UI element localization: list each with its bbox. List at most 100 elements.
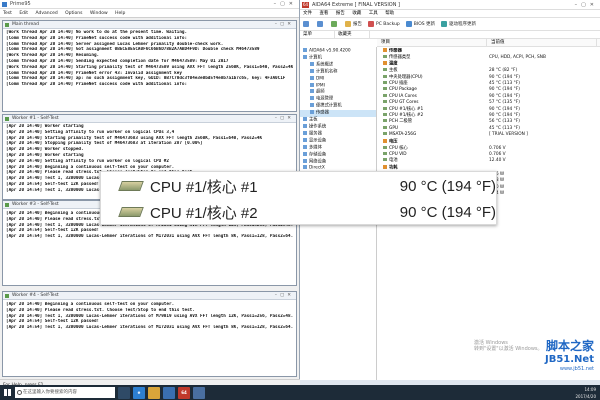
menu-help[interactable]: Help (115, 11, 125, 16)
tree-item-icon (310, 82, 314, 87)
forward-button[interactable] (317, 21, 325, 27)
tree-item-icon (310, 75, 314, 80)
activate-line-2: 转到"设置"以激活 Windows。 (474, 346, 543, 352)
menu-edit[interactable]: Edit (19, 11, 28, 16)
tree-item[interactable]: 显示设备 (300, 137, 376, 145)
window-controls[interactable]: –▢✕ (274, 0, 297, 9)
worker-title: Main thread (12, 22, 39, 27)
zoom-callout: CPU #1/核心 #1 90 °C (194 °F) CPU #1/核心 #2… (100, 171, 497, 225)
tree-item[interactable]: 计算机名称 (300, 68, 376, 76)
sensor-name-text: CPU IA Cores (389, 93, 417, 99)
system-tray-clock[interactable]: 14:09 2017/4/20 (575, 385, 596, 400)
aida64-taskbar-icon[interactable]: 64 (178, 386, 190, 399)
tree-item-label: 服务器 (309, 131, 322, 137)
aida64-menubar: 文件 查看 报告 收藏 工具 帮助 (300, 10, 600, 18)
sensor-name-text: 中央处理器(CPU) (389, 74, 423, 80)
taskbar-search-input[interactable]: 在这里输入你要搜索的内容 (15, 387, 115, 398)
sensor-name-text: GPU (389, 125, 399, 131)
tree-item-label: 电源管理 (316, 96, 334, 102)
bios-update-label: BIOS 更新 (413, 22, 436, 27)
aida64-toolbar: 报告 PC Backup BIOS 更新 驱动程序更新 (300, 18, 600, 31)
tree-item[interactable]: 操作系统 (300, 123, 376, 131)
tree-item[interactable]: DMI (300, 75, 376, 83)
driver-update-button[interactable]: 驱动程序更新 (441, 21, 476, 27)
worker-window-controls[interactable]: –▢✕ (275, 115, 294, 123)
desktop: Prime95 –▢✕ Test Edit Advanced Options W… (0, 0, 600, 400)
refresh-button[interactable] (331, 21, 339, 27)
tree-item[interactable]: 系统概述 (300, 61, 376, 69)
callout-row: CPU #1/核心 #1 90 °C (194 °F) (101, 173, 498, 199)
tree-item-label: 计算机名称 (316, 69, 338, 75)
sensor-icon (383, 145, 387, 149)
tree-item-label: 存储设备 (309, 152, 327, 158)
bios-update-button[interactable]: BIOS 更新 (405, 21, 436, 27)
sensor-name-text: PCH 二极管 (389, 119, 413, 125)
column-value[interactable]: 当前值 (487, 39, 597, 46)
worker-icon (5, 203, 9, 207)
worker-window-main[interactable]: Main thread –▢✕ [Work thread Apr 20 14:4… (2, 20, 297, 112)
worker-window-controls[interactable]: –▢✕ (275, 21, 294, 29)
tree-item[interactable]: 主板 (300, 117, 376, 124)
worker-window-4[interactable]: Worker #4 - Self-Test –▢✕ [Apr 20 14:40]… (2, 291, 297, 377)
tray-date: 2017/4/20 (575, 394, 596, 399)
worker-log: [Work thread Apr 20 14:40] No work to do… (3, 29, 296, 89)
tree-item[interactable]: 传感器 (300, 110, 376, 118)
start-button[interactable] (0, 385, 14, 400)
aida64-tabs: 菜单 收藏夹 (300, 31, 600, 39)
tree-item[interactable]: 超频 (300, 89, 376, 96)
sensor-icon (383, 152, 387, 155)
menu-favorites[interactable]: 收藏 (352, 11, 361, 16)
menu-options[interactable]: Options (65, 11, 82, 16)
tree-item[interactable]: 网络设备 (300, 158, 376, 166)
report-button[interactable]: 报告 (345, 21, 362, 27)
worker-titlebar[interactable]: Main thread –▢✕ (3, 21, 296, 29)
prime95-menubar: Test Edit Advanced Options Window Help (0, 9, 299, 18)
sensor-name-text: CPU VID (389, 152, 407, 157)
worker-title: Worker #3 - Self-Test (12, 202, 59, 207)
prime95-titlebar[interactable]: Prime95 –▢✕ (0, 0, 299, 9)
section-header[interactable]: 电压 (379, 139, 600, 146)
tree-item-icon (310, 89, 314, 94)
menu-help[interactable]: 帮助 (385, 11, 394, 16)
tree-item[interactable]: 存储设备 (300, 151, 376, 159)
tree-item-label: 超频 (316, 89, 325, 95)
prime95-taskbar-icon[interactable] (193, 386, 205, 399)
file-explorer-icon[interactable] (148, 386, 160, 399)
column-item[interactable]: 项目 (377, 39, 487, 46)
tree-item-label: 显示设备 (309, 138, 327, 144)
activate-windows-notice: 激活 Windows 转到"设置"以激活 Windows。 (474, 340, 543, 352)
tree-item[interactable]: 便携式计算机 (300, 103, 376, 110)
task-view-icon[interactable] (118, 386, 130, 399)
tree-item[interactable]: IPMI (300, 82, 376, 90)
tree-item-label: IPMI (316, 83, 325, 89)
tree-item[interactable]: 多媒体 (300, 144, 376, 152)
worker-window-controls[interactable]: –▢✕ (275, 292, 294, 300)
worker-titlebar[interactable]: Worker #1 - Self-Test –▢✕ (3, 115, 296, 123)
pc-backup-button[interactable]: PC Backup (368, 21, 400, 27)
worker-titlebar[interactable]: Worker #4 - Self-Test –▢✕ (3, 292, 296, 300)
menu-file[interactable]: 文件 (303, 11, 312, 16)
tree-item[interactable]: 计算机 (300, 54, 376, 62)
watermark-domain: JB51.Net (545, 354, 594, 365)
menu-tools[interactable]: 工具 (369, 11, 378, 16)
tree-item[interactable]: 服务器 (300, 130, 376, 138)
tree-item[interactable]: AIDA64 v5.90.4200 (300, 48, 376, 55)
aida64-titlebar[interactable]: 64 AIDA64 Extreme [ FINAL VERSION ] –▢✕ (300, 0, 600, 10)
edge-browser-icon[interactable]: e (133, 386, 145, 399)
tab-favorites[interactable]: 收藏夹 (335, 31, 370, 38)
windows-logo-icon (3, 389, 11, 396)
tree-item[interactable]: 电源管理 (300, 96, 376, 103)
sensor-icon (383, 113, 387, 117)
menu-window[interactable]: Window (90, 11, 108, 16)
menu-test[interactable]: Test (3, 11, 12, 16)
tab-menu[interactable]: 菜单 (300, 31, 335, 38)
back-button[interactable] (303, 21, 311, 27)
window-controls[interactable]: –▢✕ (575, 0, 598, 10)
store-icon[interactable] (163, 386, 175, 399)
menu-report[interactable]: 报告 (336, 11, 345, 16)
menu-view[interactable]: 查看 (319, 11, 328, 16)
sensor-name-text: 主板 (389, 68, 398, 74)
callout-value: 90 °C (194 °F) (399, 203, 496, 221)
section-header[interactable]: 传感器 (379, 48, 600, 55)
menu-advanced[interactable]: Advanced (35, 11, 57, 16)
